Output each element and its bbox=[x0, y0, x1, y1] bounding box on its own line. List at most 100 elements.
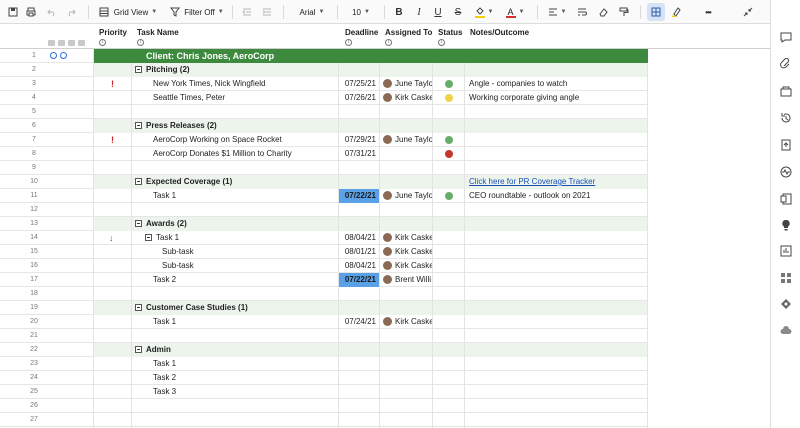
status-cell[interactable] bbox=[433, 231, 465, 245]
summary-chart-icon[interactable] bbox=[780, 245, 792, 257]
assigned-to-cell[interactable] bbox=[380, 105, 433, 119]
row-number-cell[interactable]: 26 bbox=[0, 399, 94, 413]
deadline-cell[interactable] bbox=[339, 413, 380, 427]
collapse-toggle-icon[interactable] bbox=[135, 304, 142, 311]
deadline-cell[interactable] bbox=[339, 399, 380, 413]
notes-cell[interactable] bbox=[465, 49, 648, 63]
assigned-to-cell[interactable] bbox=[380, 329, 433, 343]
column-header-priority[interactable]: Priority bbox=[99, 28, 127, 37]
row-number-cell[interactable]: 25 bbox=[0, 385, 94, 399]
status-cell[interactable] bbox=[433, 301, 465, 315]
table-row[interactable]: 20 Task 1 07/24/21 Kirk Caske bbox=[0, 315, 648, 329]
task-name-cell[interactable]: Seattle Times, Peter bbox=[132, 91, 339, 105]
row-number-cell[interactable]: 2 bbox=[0, 63, 94, 77]
table-row[interactable]: 8 AeroCorp Donates $1 Million to Charity 0… bbox=[0, 147, 648, 161]
task-name-cell[interactable]: Client: Chris Jones, AeroCorp bbox=[132, 49, 339, 63]
cloud-icon[interactable] bbox=[780, 324, 792, 336]
priority-cell[interactable] bbox=[94, 63, 132, 77]
notes-cell[interactable] bbox=[465, 133, 648, 147]
assigned-to-cell[interactable] bbox=[380, 343, 433, 357]
notes-cell[interactable] bbox=[465, 287, 648, 301]
status-cell[interactable] bbox=[433, 259, 465, 273]
task-name-cell[interactable] bbox=[132, 329, 339, 343]
priority-cell[interactable] bbox=[94, 301, 132, 315]
section-row[interactable]: 10 Expected Coverage (1) Click here for PR… bbox=[0, 175, 648, 189]
deadline-cell[interactable]: 07/31/21 bbox=[339, 147, 380, 161]
notes-cell[interactable] bbox=[465, 273, 648, 287]
assigned-to-cell[interactable]: June Taylo bbox=[380, 133, 433, 147]
assigned-to-cell[interactable] bbox=[380, 161, 433, 175]
assigned-to-cell[interactable] bbox=[380, 301, 433, 315]
deadline-cell[interactable]: 07/24/21 bbox=[339, 315, 380, 329]
deadline-cell[interactable] bbox=[339, 329, 380, 343]
proofing-icon[interactable] bbox=[780, 85, 792, 97]
task-name-cell[interactable]: Sub-task bbox=[132, 245, 339, 259]
task-name-cell[interactable]: Task 2 bbox=[132, 273, 339, 287]
status-cell[interactable] bbox=[433, 371, 465, 385]
task-name-cell[interactable]: Admin bbox=[132, 343, 339, 357]
task-name-cell[interactable] bbox=[132, 399, 339, 413]
task-name-cell[interactable]: AeroCorp Donates $1 Million to Charity bbox=[132, 147, 339, 161]
deadline-cell[interactable] bbox=[339, 49, 380, 63]
forms-icon[interactable] bbox=[780, 193, 792, 205]
status-cell[interactable] bbox=[433, 189, 465, 203]
priority-cell[interactable] bbox=[94, 91, 132, 105]
table-row[interactable]: 15 Sub-task 08/01/21 Kirk Caske bbox=[0, 245, 648, 259]
status-cell[interactable] bbox=[433, 385, 465, 399]
status-cell[interactable] bbox=[433, 147, 465, 161]
table-row[interactable]: 25 Task 3 bbox=[0, 385, 648, 399]
priority-cell[interactable] bbox=[94, 385, 132, 399]
deadline-cell[interactable] bbox=[339, 105, 380, 119]
column-header-deadline[interactable]: Deadline bbox=[345, 28, 378, 37]
table-row[interactable]: 12 bbox=[0, 203, 648, 217]
status-cell[interactable] bbox=[433, 91, 465, 105]
assigned-to-cell[interactable] bbox=[380, 49, 433, 63]
assigned-to-cell[interactable] bbox=[380, 385, 433, 399]
priority-cell[interactable] bbox=[94, 161, 132, 175]
comments-icon[interactable] bbox=[780, 31, 792, 43]
align-button[interactable]: ▼ bbox=[545, 0, 569, 24]
status-cell[interactable] bbox=[433, 315, 465, 329]
row-number-cell[interactable]: 24 bbox=[0, 371, 94, 385]
notes-cell[interactable] bbox=[465, 315, 648, 329]
row-number-cell[interactable]: 8 bbox=[0, 147, 94, 161]
priority-cell[interactable] bbox=[94, 119, 132, 133]
activity-pulse-icon[interactable] bbox=[780, 166, 792, 178]
row-number-cell[interactable]: 14 bbox=[0, 231, 94, 245]
notes-cell[interactable]: CEO roundtable - outlook on 2021 bbox=[465, 189, 648, 203]
notes-cell[interactable]: Click here for PR Coverage Tracker bbox=[465, 175, 648, 189]
collapse-toggle-icon[interactable] bbox=[135, 220, 142, 227]
collapse-toggle-icon[interactable] bbox=[135, 66, 142, 73]
table-row[interactable]: 26 bbox=[0, 399, 648, 413]
assigned-to-cell[interactable]: Kirk Caske bbox=[380, 231, 433, 245]
task-name-cell[interactable] bbox=[132, 161, 339, 175]
assigned-to-cell[interactable]: June Taylo bbox=[380, 77, 433, 91]
collapse-toggle-icon[interactable] bbox=[145, 234, 152, 241]
priority-cell[interactable] bbox=[94, 287, 132, 301]
row-number-cell[interactable]: 5 bbox=[0, 105, 94, 119]
assigned-to-cell[interactable] bbox=[380, 357, 433, 371]
table-row[interactable]: 18 bbox=[0, 287, 648, 301]
assigned-to-cell[interactable] bbox=[380, 217, 433, 231]
row-number-cell[interactable]: 12 bbox=[0, 203, 94, 217]
status-cell[interactable] bbox=[433, 399, 465, 413]
deadline-cell[interactable] bbox=[339, 301, 380, 315]
section-row[interactable]: 19 Customer Case Studies (1) bbox=[0, 301, 648, 315]
collapse-icon[interactable] bbox=[741, 0, 755, 24]
table-row[interactable]: 17 Task 2 07/22/21 Brent Willi bbox=[0, 273, 648, 287]
assigned-to-cell[interactable] bbox=[380, 413, 433, 427]
priority-cell[interactable] bbox=[94, 357, 132, 371]
notes-cell[interactable] bbox=[465, 203, 648, 217]
priority-cell[interactable] bbox=[94, 273, 132, 287]
assigned-to-cell[interactable]: June Taylo bbox=[380, 189, 433, 203]
notes-cell[interactable] bbox=[465, 413, 648, 427]
deadline-cell[interactable] bbox=[339, 385, 380, 399]
table-row[interactable]: 9 bbox=[0, 161, 648, 175]
assigned-to-cell[interactable] bbox=[380, 147, 433, 161]
notes-cell[interactable]: Working corporate giving angle bbox=[465, 91, 648, 105]
task-name-cell[interactable]: Sub-task bbox=[132, 259, 339, 273]
deadline-cell[interactable] bbox=[339, 217, 380, 231]
deadline-cell[interactable] bbox=[339, 63, 380, 77]
priority-cell[interactable] bbox=[94, 217, 132, 231]
gridlines-toggle-icon[interactable] bbox=[647, 3, 665, 21]
